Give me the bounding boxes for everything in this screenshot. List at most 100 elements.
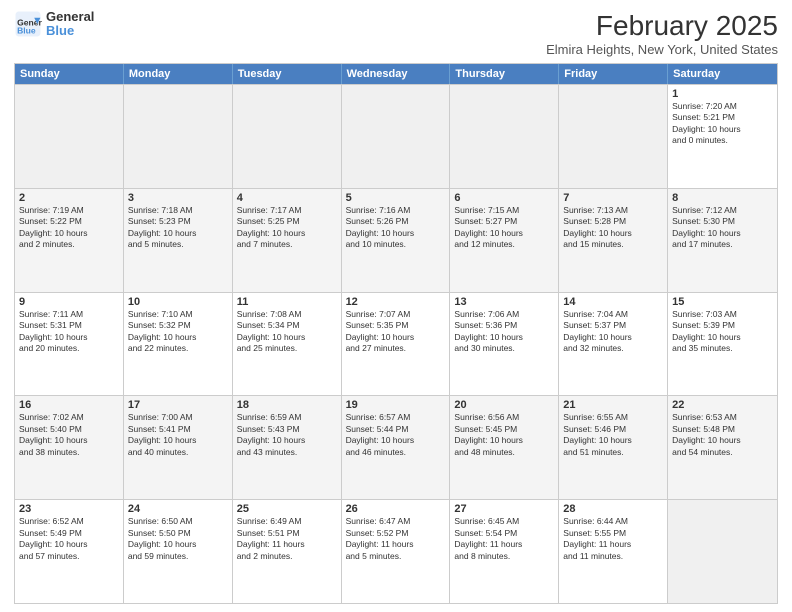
cell-3-5: 13Sunrise: 7:06 AM Sunset: 5:36 PM Dayli…	[450, 293, 559, 396]
logo-icon: General Blue	[14, 10, 42, 38]
cell-info: Sunrise: 7:03 AM Sunset: 5:39 PM Dayligh…	[672, 309, 773, 355]
cell-info: Sunrise: 6:47 AM Sunset: 5:52 PM Dayligh…	[346, 516, 446, 562]
cell-2-2: 3Sunrise: 7:18 AM Sunset: 5:23 PM Daylig…	[124, 189, 233, 292]
page: General Blue General Blue February 2025 …	[0, 0, 792, 612]
svg-text:Blue: Blue	[17, 26, 36, 36]
cell-info: Sunrise: 7:11 AM Sunset: 5:31 PM Dayligh…	[19, 309, 119, 355]
cell-number: 27	[454, 503, 554, 515]
cell-number: 2	[19, 192, 119, 204]
cell-3-4: 12Sunrise: 7:07 AM Sunset: 5:35 PM Dayli…	[342, 293, 451, 396]
cell-5-6: 28Sunrise: 6:44 AM Sunset: 5:55 PM Dayli…	[559, 500, 668, 603]
cell-number: 16	[19, 399, 119, 411]
cell-info: Sunrise: 7:04 AM Sunset: 5:37 PM Dayligh…	[563, 309, 663, 355]
week-3: 9Sunrise: 7:11 AM Sunset: 5:31 PM Daylig…	[15, 292, 777, 396]
cell-number: 6	[454, 192, 554, 204]
cell-number: 15	[672, 296, 773, 308]
cell-info: Sunrise: 7:19 AM Sunset: 5:22 PM Dayligh…	[19, 205, 119, 251]
cell-4-4: 19Sunrise: 6:57 AM Sunset: 5:44 PM Dayli…	[342, 396, 451, 499]
cell-info: Sunrise: 7:00 AM Sunset: 5:41 PM Dayligh…	[128, 412, 228, 458]
cell-info: Sunrise: 6:53 AM Sunset: 5:48 PM Dayligh…	[672, 412, 773, 458]
cell-1-4	[342, 85, 451, 188]
cell-5-4: 26Sunrise: 6:47 AM Sunset: 5:52 PM Dayli…	[342, 500, 451, 603]
cell-number: 10	[128, 296, 228, 308]
week-4: 16Sunrise: 7:02 AM Sunset: 5:40 PM Dayli…	[15, 395, 777, 499]
day-header-wednesday: Wednesday	[342, 64, 451, 84]
cell-5-7	[668, 500, 777, 603]
cell-number: 28	[563, 503, 663, 515]
cell-4-2: 17Sunrise: 7:00 AM Sunset: 5:41 PM Dayli…	[124, 396, 233, 499]
cell-number: 12	[346, 296, 446, 308]
cell-info: Sunrise: 7:18 AM Sunset: 5:23 PM Dayligh…	[128, 205, 228, 251]
cell-number: 22	[672, 399, 773, 411]
cell-number: 4	[237, 192, 337, 204]
cell-number: 24	[128, 503, 228, 515]
cell-info: Sunrise: 6:44 AM Sunset: 5:55 PM Dayligh…	[563, 516, 663, 562]
cell-number: 19	[346, 399, 446, 411]
cell-3-3: 11Sunrise: 7:08 AM Sunset: 5:34 PM Dayli…	[233, 293, 342, 396]
cell-number: 18	[237, 399, 337, 411]
cell-info: Sunrise: 6:59 AM Sunset: 5:43 PM Dayligh…	[237, 412, 337, 458]
cell-2-7: 8Sunrise: 7:12 AM Sunset: 5:30 PM Daylig…	[668, 189, 777, 292]
day-headers: SundayMondayTuesdayWednesdayThursdayFrid…	[15, 64, 777, 84]
day-header-thursday: Thursday	[450, 64, 559, 84]
cell-number: 25	[237, 503, 337, 515]
week-5: 23Sunrise: 6:52 AM Sunset: 5:49 PM Dayli…	[15, 499, 777, 603]
cell-5-5: 27Sunrise: 6:45 AM Sunset: 5:54 PM Dayli…	[450, 500, 559, 603]
week-1: 1Sunrise: 7:20 AM Sunset: 5:21 PM Daylig…	[15, 84, 777, 188]
cell-number: 3	[128, 192, 228, 204]
day-header-saturday: Saturday	[668, 64, 777, 84]
cell-number: 14	[563, 296, 663, 308]
cell-3-7: 15Sunrise: 7:03 AM Sunset: 5:39 PM Dayli…	[668, 293, 777, 396]
logo-text: General Blue	[46, 10, 94, 39]
cell-info: Sunrise: 6:50 AM Sunset: 5:50 PM Dayligh…	[128, 516, 228, 562]
cell-info: Sunrise: 7:13 AM Sunset: 5:28 PM Dayligh…	[563, 205, 663, 251]
cell-info: Sunrise: 7:15 AM Sunset: 5:27 PM Dayligh…	[454, 205, 554, 251]
cell-info: Sunrise: 7:07 AM Sunset: 5:35 PM Dayligh…	[346, 309, 446, 355]
cell-number: 8	[672, 192, 773, 204]
cell-info: Sunrise: 7:12 AM Sunset: 5:30 PM Dayligh…	[672, 205, 773, 251]
cell-1-3	[233, 85, 342, 188]
day-header-friday: Friday	[559, 64, 668, 84]
cell-number: 20	[454, 399, 554, 411]
cell-info: Sunrise: 6:55 AM Sunset: 5:46 PM Dayligh…	[563, 412, 663, 458]
cell-2-6: 7Sunrise: 7:13 AM Sunset: 5:28 PM Daylig…	[559, 189, 668, 292]
cell-1-5	[450, 85, 559, 188]
cell-2-5: 6Sunrise: 7:15 AM Sunset: 5:27 PM Daylig…	[450, 189, 559, 292]
cell-info: Sunrise: 7:16 AM Sunset: 5:26 PM Dayligh…	[346, 205, 446, 251]
header: General Blue General Blue February 2025 …	[14, 10, 778, 57]
cell-number: 9	[19, 296, 119, 308]
day-header-sunday: Sunday	[15, 64, 124, 84]
day-header-monday: Monday	[124, 64, 233, 84]
cell-1-6	[559, 85, 668, 188]
cell-number: 13	[454, 296, 554, 308]
cell-number: 11	[237, 296, 337, 308]
cell-number: 21	[563, 399, 663, 411]
cell-number: 26	[346, 503, 446, 515]
cell-info: Sunrise: 6:49 AM Sunset: 5:51 PM Dayligh…	[237, 516, 337, 562]
cell-number: 17	[128, 399, 228, 411]
cell-number: 5	[346, 192, 446, 204]
cell-4-3: 18Sunrise: 6:59 AM Sunset: 5:43 PM Dayli…	[233, 396, 342, 499]
cell-3-1: 9Sunrise: 7:11 AM Sunset: 5:31 PM Daylig…	[15, 293, 124, 396]
cell-3-6: 14Sunrise: 7:04 AM Sunset: 5:37 PM Dayli…	[559, 293, 668, 396]
cell-info: Sunrise: 6:52 AM Sunset: 5:49 PM Dayligh…	[19, 516, 119, 562]
cell-1-7: 1Sunrise: 7:20 AM Sunset: 5:21 PM Daylig…	[668, 85, 777, 188]
cell-1-1	[15, 85, 124, 188]
cell-info: Sunrise: 7:06 AM Sunset: 5:36 PM Dayligh…	[454, 309, 554, 355]
title-block: February 2025 Elmira Heights, New York, …	[546, 10, 778, 57]
cell-1-2	[124, 85, 233, 188]
cell-info: Sunrise: 6:45 AM Sunset: 5:54 PM Dayligh…	[454, 516, 554, 562]
cell-info: Sunrise: 6:56 AM Sunset: 5:45 PM Dayligh…	[454, 412, 554, 458]
cell-3-2: 10Sunrise: 7:10 AM Sunset: 5:32 PM Dayli…	[124, 293, 233, 396]
cell-2-1: 2Sunrise: 7:19 AM Sunset: 5:22 PM Daylig…	[15, 189, 124, 292]
cell-info: Sunrise: 7:02 AM Sunset: 5:40 PM Dayligh…	[19, 412, 119, 458]
cell-info: Sunrise: 7:20 AM Sunset: 5:21 PM Dayligh…	[672, 101, 773, 147]
calendar: SundayMondayTuesdayWednesdayThursdayFrid…	[14, 63, 778, 604]
cell-number: 1	[672, 88, 773, 100]
cell-4-7: 22Sunrise: 6:53 AM Sunset: 5:48 PM Dayli…	[668, 396, 777, 499]
cell-5-2: 24Sunrise: 6:50 AM Sunset: 5:50 PM Dayli…	[124, 500, 233, 603]
cell-4-5: 20Sunrise: 6:56 AM Sunset: 5:45 PM Dayli…	[450, 396, 559, 499]
cell-number: 7	[563, 192, 663, 204]
cell-number: 23	[19, 503, 119, 515]
cell-5-1: 23Sunrise: 6:52 AM Sunset: 5:49 PM Dayli…	[15, 500, 124, 603]
